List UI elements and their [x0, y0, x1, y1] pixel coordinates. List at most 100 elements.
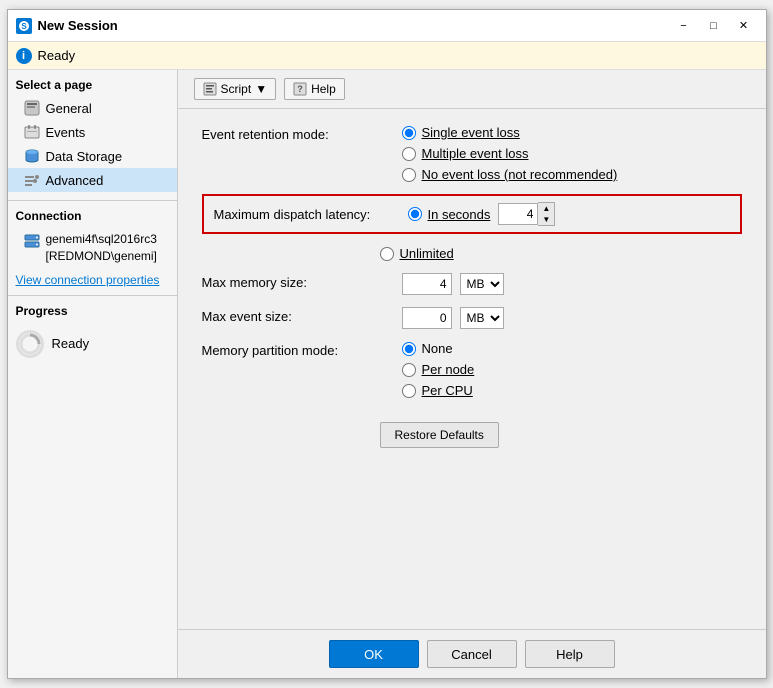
sidebar-label-general: General — [46, 101, 92, 116]
connection-section-title: Connection — [8, 201, 177, 227]
per-node-label: Per node — [422, 362, 475, 377]
radio-no-event-input[interactable] — [402, 168, 416, 182]
status-bar: i Ready — [8, 42, 766, 70]
script-button[interactable]: Script ▼ — [194, 78, 277, 100]
new-session-window: S New Session − □ ✕ i Ready Select a pag… — [7, 9, 767, 679]
max-event-row: Max event size: MB KB GB — [202, 307, 742, 329]
events-icon — [24, 124, 40, 140]
event-retention-label: Event retention mode: — [202, 125, 402, 142]
none-label: None — [422, 341, 453, 356]
help-toolbar-button[interactable]: ? Help — [284, 78, 345, 100]
radio-unlimited-input[interactable] — [380, 247, 394, 261]
help-toolbar-icon: ? — [293, 82, 307, 96]
title-controls: − □ ✕ — [670, 16, 758, 36]
multiple-event-label: Multiple event loss — [422, 146, 529, 161]
dispatch-label: Maximum dispatch latency: — [214, 207, 392, 222]
radio-multiple-event-input[interactable] — [402, 147, 416, 161]
close-button[interactable]: ✕ — [730, 16, 758, 36]
cancel-button[interactable]: Cancel — [427, 640, 517, 668]
sidebar-section-title: Select a page — [8, 70, 177, 96]
content-panel: Script ▼ ? Help Event retention mode: Si — [178, 70, 766, 678]
server-icon — [24, 233, 40, 252]
connection-section: Connection genemi4f\sql2016rc3 [REDMOND\… — [8, 200, 177, 291]
max-memory-input[interactable] — [402, 273, 452, 295]
script-label: Script — [221, 82, 252, 96]
script-icon — [203, 82, 217, 96]
connection-details: genemi4f\sql2016rc3 [REDMOND\genemi] — [46, 231, 157, 265]
unlimited-row: Unlimited — [202, 246, 742, 261]
advanced-icon — [24, 172, 40, 188]
progress-section: Progress Ready — [8, 295, 177, 366]
title-bar: S New Session − □ ✕ — [8, 10, 766, 42]
connection-server: genemi4f\sql2016rc3 — [46, 231, 157, 248]
spinbox-buttons: ▲ ▼ — [538, 202, 555, 226]
spinbox-down-button[interactable]: ▼ — [538, 214, 554, 225]
restore-defaults-button[interactable]: Restore Defaults — [380, 422, 499, 448]
general-icon — [24, 100, 40, 116]
progress-content: Ready — [8, 322, 177, 366]
bottom-bar: OK Cancel Help — [178, 629, 766, 678]
svg-text:S: S — [21, 22, 27, 31]
sidebar-item-general[interactable]: General — [8, 96, 177, 120]
main-content: Select a page General Events Data Storag… — [8, 70, 766, 678]
radio-per-cpu[interactable]: Per CPU — [402, 383, 475, 398]
dispatch-spinbox: ▲ ▼ — [498, 202, 555, 226]
memory-partition-controls: None Per node Per CPU — [402, 341, 475, 398]
event-retention-controls: Single event loss Multiple event loss No… — [402, 125, 618, 182]
dispatch-controls: In seconds ▲ ▼ — [408, 202, 556, 226]
dispatch-value-input[interactable] — [498, 203, 538, 225]
title-bar-left: S New Session — [16, 18, 118, 34]
radio-multiple-event[interactable]: Multiple event loss — [402, 146, 618, 161]
toolbar: Script ▼ ? Help — [178, 70, 766, 109]
window-title: New Session — [38, 18, 118, 33]
help-toolbar-label: Help — [311, 82, 336, 96]
max-event-label: Max event size: — [202, 307, 402, 324]
help-button[interactable]: Help — [525, 640, 615, 668]
max-memory-controls: MB KB GB — [402, 273, 504, 295]
spinbox-up-button[interactable]: ▲ — [538, 203, 554, 214]
memory-partition-row: Memory partition mode: None Per node — [202, 341, 742, 398]
sidebar-label-data-storage: Data Storage — [46, 149, 123, 164]
dispatch-row: Maximum dispatch latency: In seconds ▲ ▼ — [202, 194, 742, 234]
max-memory-unit-select[interactable]: MB KB GB — [460, 273, 504, 295]
max-event-controls: MB KB GB — [402, 307, 504, 329]
no-event-label: No event loss (not recommended) — [422, 167, 618, 182]
radio-none[interactable]: None — [402, 341, 475, 356]
max-event-input[interactable] — [402, 307, 452, 329]
radio-per-node-input[interactable] — [402, 363, 416, 377]
progress-status: Ready — [52, 336, 90, 351]
radio-none-input[interactable] — [402, 342, 416, 356]
maximize-button[interactable]: □ — [700, 16, 728, 36]
radio-per-cpu-input[interactable] — [402, 384, 416, 398]
view-connection-link[interactable]: View connection properties — [8, 269, 177, 291]
radio-no-event[interactable]: No event loss (not recommended) — [402, 167, 618, 182]
minimize-button[interactable]: − — [670, 16, 698, 36]
radio-in-seconds-input[interactable] — [408, 207, 422, 221]
max-event-unit-select[interactable]: MB KB GB — [460, 307, 504, 329]
sidebar-label-events: Events — [46, 125, 86, 140]
progress-section-title: Progress — [8, 296, 177, 322]
radio-per-node[interactable]: Per node — [402, 362, 475, 377]
form-area: Event retention mode: Single event loss … — [178, 109, 766, 629]
script-dropdown-icon: ▼ — [255, 82, 267, 96]
radio-in-seconds[interactable]: In seconds — [408, 207, 491, 222]
ok-button[interactable]: OK — [329, 640, 419, 668]
spinner-icon — [16, 330, 44, 358]
per-cpu-label: Per CPU — [422, 383, 473, 398]
connection-user: [REDMOND\genemi] — [46, 248, 157, 265]
sidebar-item-events[interactable]: Events — [8, 120, 177, 144]
max-memory-row: Max memory size: MB KB GB — [202, 273, 742, 295]
sidebar-item-advanced[interactable]: Advanced — [8, 168, 177, 192]
status-text: Ready — [38, 48, 76, 63]
svg-text:?: ? — [297, 84, 303, 94]
info-icon: i — [16, 48, 32, 64]
sidebar-label-advanced: Advanced — [46, 173, 104, 188]
radio-single-event[interactable]: Single event loss — [402, 125, 618, 140]
sidebar-item-data-storage[interactable]: Data Storage — [8, 144, 177, 168]
event-retention-row: Event retention mode: Single event loss … — [202, 125, 742, 182]
connection-item: genemi4f\sql2016rc3 [REDMOND\genemi] — [8, 227, 177, 269]
sidebar: Select a page General Events Data Storag… — [8, 70, 178, 678]
radio-single-event-input[interactable] — [402, 126, 416, 140]
radio-unlimited[interactable]: Unlimited — [380, 246, 454, 261]
memory-partition-label: Memory partition mode: — [202, 341, 402, 358]
